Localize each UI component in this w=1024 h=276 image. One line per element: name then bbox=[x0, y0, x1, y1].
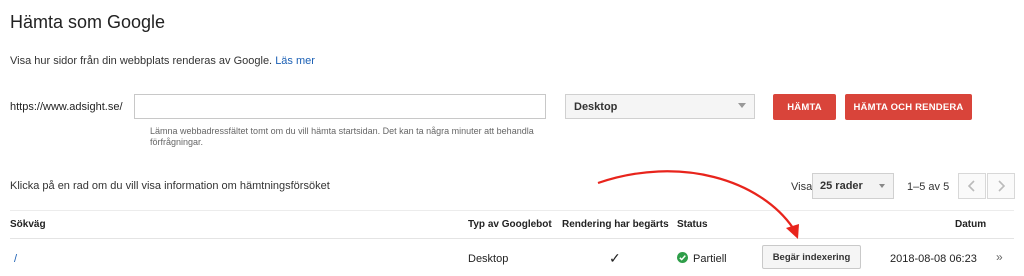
page-title: Hämta som Google bbox=[10, 12, 166, 32]
row-googlebot-type: Desktop bbox=[468, 253, 509, 265]
previous-page-button[interactable] bbox=[958, 173, 986, 199]
device-select-value: Desktop bbox=[574, 100, 618, 113]
column-header-rendering-requested[interactable]: Rendering har begärts bbox=[562, 219, 669, 230]
fetch-and-render-button[interactable]: HÄMTA OCH RENDERA bbox=[845, 94, 972, 120]
fetch-as-google-page: Hämta som Google Visa hur sidor från din… bbox=[0, 0, 1024, 276]
fetch-button[interactable]: HÄMTA bbox=[773, 94, 836, 120]
chevron-right-icon bbox=[998, 180, 1006, 192]
request-indexing-button[interactable]: Begär indexering bbox=[762, 245, 861, 269]
rows-show-label: Visa bbox=[791, 181, 813, 193]
column-header-date[interactable]: Datum bbox=[955, 219, 986, 230]
learn-more-link[interactable]: Läs mer bbox=[275, 55, 315, 67]
table-click-hint: Klicka på en rad om du vill visa informa… bbox=[10, 180, 330, 192]
row-status: Partiell bbox=[693, 253, 727, 265]
row-details-icon[interactable]: » bbox=[996, 250, 1003, 264]
chevron-down-icon bbox=[738, 103, 746, 108]
url-input[interactable] bbox=[134, 94, 546, 119]
table-row[interactable]: / Desktop ✓ Partiell Begär indexering 20… bbox=[0, 239, 1024, 276]
row-date: 2018-08-08 06:23 bbox=[890, 253, 977, 265]
rows-per-page-select[interactable]: 25 rader bbox=[812, 173, 894, 199]
next-page-button[interactable] bbox=[987, 173, 1015, 199]
column-header-path[interactable]: Sökväg bbox=[10, 219, 46, 230]
url-hint: Lämna webbadressfältet tomt om du vill h… bbox=[150, 126, 534, 147]
checkmark-icon: ✓ bbox=[609, 250, 621, 266]
device-select[interactable]: Desktop bbox=[565, 94, 755, 119]
url-prefix-label: https://www.adsight.se/ bbox=[10, 101, 123, 113]
page-subtitle: Visa hur sidor från din webbplats render… bbox=[10, 55, 315, 67]
status-ok-icon bbox=[677, 252, 688, 263]
subtitle-text: Visa hur sidor från din webbplats render… bbox=[10, 55, 273, 67]
column-header-googlebot-type[interactable]: Typ av Googlebot bbox=[468, 219, 552, 230]
chevron-down-icon bbox=[879, 184, 885, 188]
table-divider bbox=[10, 210, 1014, 211]
row-path-link[interactable]: / bbox=[14, 253, 17, 265]
pagination-range: 1–5 av 5 bbox=[907, 181, 950, 193]
rows-per-page-value: 25 rader bbox=[820, 180, 863, 192]
column-header-status[interactable]: Status bbox=[677, 219, 708, 230]
chevron-left-icon bbox=[967, 180, 975, 192]
